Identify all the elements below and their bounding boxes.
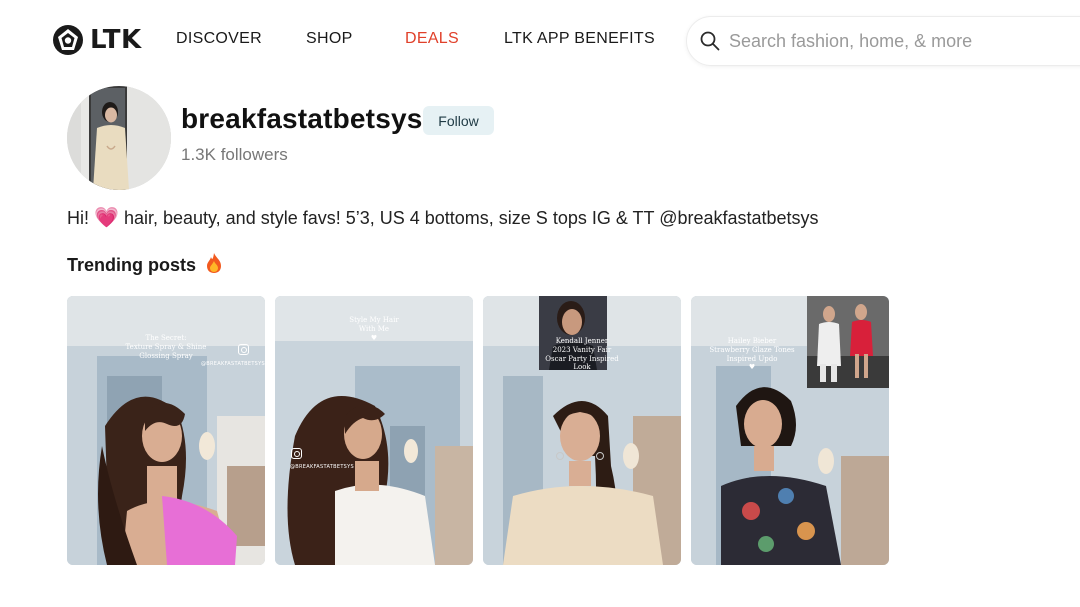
post-4-overlay-line-3: Inspired Updo [726,354,778,363]
post-1-overlay-line-3: Glossing Spray [139,351,193,360]
post-1-overlay: The Secret: Texture Spray & Shine Glossi… [67,334,265,360]
profile-handle: breakfastatbetsys [181,103,423,134]
ltk-logo[interactable]: LTK [52,24,142,56]
trending-post-1[interactable]: The Secret: Texture Spray & Shine Glossi… [67,296,265,565]
avatar-photo [67,86,171,190]
post-4-overlay: Hailey Bieber Strawberry Glaze Tones Ins… [691,337,851,372]
post-4-overlay-line-1: Hailey Bieber [727,337,777,345]
post-1-overlay-line-1: The Secret: [145,334,187,342]
nav-discover[interactable]: DISCOVER [176,30,262,48]
post-3-overlay: Kendall Jenner 2023 Vanity Fair Oscar Pa… [483,337,681,372]
profile-bio: Hi! 💗 hair, beauty, and style favs! 5’3,… [67,205,819,230]
trending-post-3[interactable]: Kendall Jenner 2023 Vanity Fair Oscar Pa… [483,296,681,565]
search-bar[interactable] [686,16,1080,66]
nav-deals[interactable]: DEALS [405,30,459,48]
post-2-overlay: Style My Hair With Me ♥ [275,316,473,342]
follow-button[interactable]: Follow [423,106,494,135]
trending-post-2[interactable]: Style My Hair With Me ♥ @BREAKFASTATBETS… [275,296,473,565]
heart-emoji: 💗 [94,207,119,229]
post-2-overlay-line-2: With Me [358,324,390,333]
followers-count: 1.3K followers [181,145,288,164]
post-1-tag: @BREAKFASTATBETSYS [201,361,265,367]
post-3-overlay-line-2: 2023 Vanity Fair [552,345,612,354]
post-3-overlay-line-3: Oscar Party Inspired [545,354,619,363]
nav-ltk-app-benefits[interactable]: LTK APP BENEFITS [504,30,655,48]
trending-posts-heading: Trending posts [67,252,223,276]
bio-text: hair, beauty, and style favs! 5’3, US 4 … [123,208,819,228]
post-4-overlay-line-2: Strawberry Glaze Tones [709,345,795,354]
post-2-overlay-heart: ♥ [370,333,378,342]
instagram-icon [238,344,249,355]
trending-post-4[interactable]: Hailey Bieber Strawberry Glaze Tones Ins… [691,296,889,565]
post-3-overlay-line-1: Kendall Jenner [555,337,609,345]
post-2-tag: @BREAKFASTATBETSYS [290,464,354,470]
bio-prefix: Hi! [67,208,89,228]
avatar [67,86,171,190]
trending-title: Trending posts [67,255,197,275]
logo-text: LTK [90,25,142,55]
nav-shop[interactable]: SHOP [306,30,353,48]
fire-icon [207,253,222,273]
post-1-overlay-line-2: Texture Spray & Shine [125,342,207,351]
instagram-icon [291,448,302,459]
search-icon[interactable] [699,30,721,52]
top-header: LTK DISCOVER SHOP DEALS LTK APP BENEFITS [0,0,1080,80]
post-4-overlay-heart: ♥ [748,363,756,372]
search-input[interactable] [729,17,1080,65]
ltk-logo-icon [53,25,83,55]
post-3-overlay-line-4: Look [573,363,591,372]
post-2-overlay-line-1: Style My Hair [349,316,399,324]
